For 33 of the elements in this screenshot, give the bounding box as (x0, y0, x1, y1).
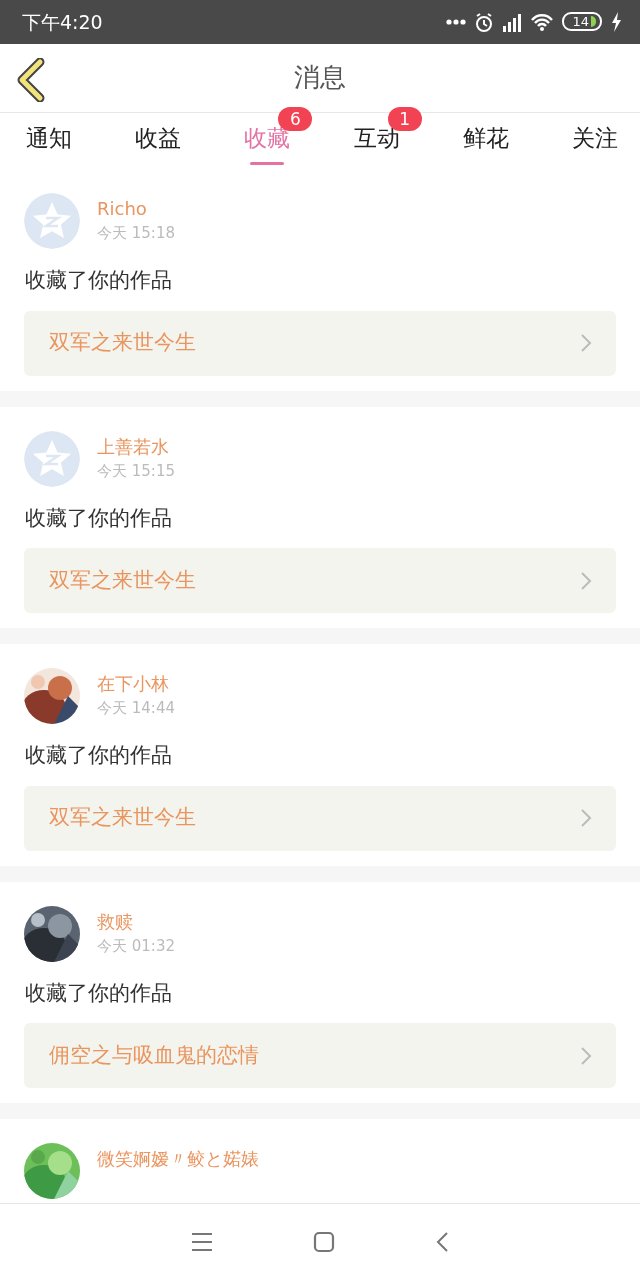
timestamp: 今天 15:18 (97, 223, 175, 244)
tab[interactable]: 收益 (123, 107, 204, 168)
message-text: 收藏了你的作品 (25, 504, 173, 532)
timestamp: 今天 01:32 (97, 935, 175, 956)
chevron-right-icon (580, 1045, 592, 1066)
tab[interactable]: 通知 (14, 107, 94, 168)
signal-icon (502, 11, 523, 32)
message-text: 收藏了你的作品 (25, 267, 173, 295)
chevron-right-icon (580, 570, 592, 591)
tab[interactable]: 关注 (559, 107, 640, 168)
avatar-icon (24, 193, 80, 250)
avatar-icon (24, 430, 80, 487)
status-time: 下午4:20 (22, 9, 103, 35)
timestamp: 今天 15:15 (97, 460, 175, 481)
alarm-icon (474, 11, 495, 32)
chevron-right-icon (580, 808, 592, 829)
page-title: 消息 (294, 61, 346, 95)
user-name: 上善若水 (97, 435, 170, 458)
tab[interactable]: 鲜花 (450, 107, 531, 168)
charging-icon (610, 11, 622, 32)
user-name: 救赎 (97, 910, 134, 933)
back-icon[interactable] (435, 1231, 449, 1253)
message-text: 收藏了你的作品 (25, 742, 173, 770)
message-text: 收藏了你的作品 (25, 979, 173, 1007)
home-icon[interactable] (313, 1231, 335, 1253)
timestamp: 今天 14:44 (97, 698, 175, 719)
battery-icon: 14 (562, 12, 602, 32)
user-name: Richo (97, 198, 148, 221)
menu-icon[interactable] (191, 1231, 213, 1253)
user-name: 在下小林 (97, 673, 170, 696)
wifi-icon (530, 11, 555, 32)
chevron-right-icon (580, 333, 592, 354)
user-name: 微笑婀嫒〃鲛と婼婊 (97, 1148, 259, 1171)
